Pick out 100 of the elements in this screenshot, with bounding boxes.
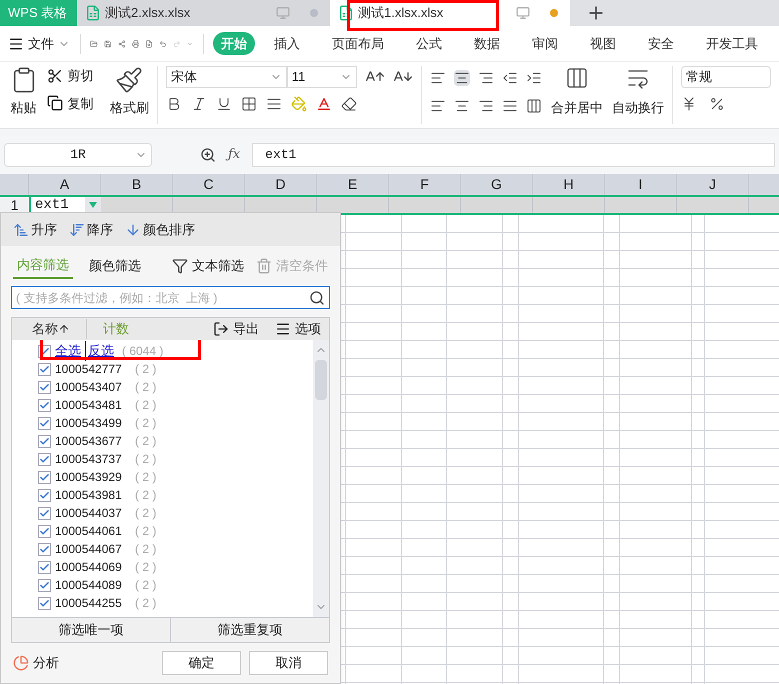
align-left-icon[interactable] [430,98,446,114]
trash-icon [256,258,272,274]
checkbox[interactable] [38,560,51,574]
menu-tab[interactable]: 插入 [266,32,308,56]
item-count: ( 2 ) [135,577,156,594]
item-value[interactable]: 1000544255 [55,594,119,612]
scrollbar[interactable] [313,340,329,617]
eraser-icon[interactable] [340,96,357,112]
justify-icon[interactable] [502,98,518,114]
menu-tab[interactable]: 数据 [466,32,508,56]
analyze-button[interactable]: 分析 [13,653,59,673]
sort-button[interactable]: 升序 [13,220,57,240]
border-icon[interactable] [240,96,257,112]
percent-icon[interactable] [709,96,726,112]
font-select[interactable]: 宋体 [166,66,287,88]
checkbox[interactable] [38,488,51,502]
formula-field[interactable]: ext1 [252,143,775,167]
menu-tab[interactable]: 安全 [640,32,682,56]
monitor-icon [516,6,530,20]
sort-button[interactable]: 颜色排序 [125,220,195,240]
item-value[interactable]: 1000543407 [55,378,119,396]
checkbox[interactable] [38,434,51,448]
merge-button[interactable]: 合并居中 [550,98,603,118]
sort-button[interactable]: 降序 [69,220,113,240]
quick-filter-button[interactable]: 筛选重复项 [170,618,329,642]
check-icon [39,364,50,374]
search-field[interactable]: ( 支持多条件过滤，例如：北京 上海 ) [11,286,330,309]
checkbox[interactable] [38,416,51,430]
row-header[interactable]: 1 [0,197,29,213]
merge-icon[interactable] [564,66,589,90]
outdent-icon[interactable] [502,70,518,86]
item-count: ( 2 ) [135,541,156,558]
select-all-link[interactable]: 全选 [55,341,81,361]
item-value[interactable]: 1000543737 [55,450,119,468]
checkbox[interactable] [38,452,51,466]
file-menu[interactable]: 文件 [8,34,70,54]
check-icon [39,472,50,482]
format-painter-button[interactable]: 格式刷 [110,98,149,118]
check-icon [39,400,50,410]
item-value[interactable]: 1000542777 [55,360,119,378]
number-format-select[interactable]: 常规 [681,66,772,88]
text-filter-button[interactable]: 文本筛选 [172,256,244,276]
filter-tab[interactable]: 颜色筛选 [85,253,145,279]
item-count: ( 2 ) [135,469,156,486]
tab-title: 测试2.xlsx.xlsx [105,4,190,22]
fill-color-icon[interactable] [290,96,307,112]
item-value[interactable]: 1000543499 [55,414,119,432]
item-value[interactable]: 1000543481 [55,396,119,414]
item-value[interactable]: 1000544061 [55,522,119,540]
format-painter-icon[interactable] [115,66,144,94]
pie-chart-icon [13,655,29,671]
checkbox[interactable] [38,596,51,610]
checkbox[interactable] [38,470,51,484]
checkbox[interactable] [38,578,51,592]
align-bottom-icon[interactable] [478,70,494,86]
ok-button[interactable]: 确定 [162,651,241,675]
spreadsheet-icon [338,5,354,21]
align-center-icon[interactable] [454,98,470,114]
item-value[interactable]: 1000544037 [55,504,119,522]
checkbox[interactable] [38,398,51,412]
column-heading[interactable]: 名称 [32,319,70,339]
export-button[interactable]: 导出 [213,319,259,339]
cancel-button[interactable]: 取消 [249,651,328,675]
indent-icon[interactable] [526,70,542,86]
document-tab[interactable]: 测试2.xlsx.xlsx [77,0,330,26]
checkbox[interactable] [38,362,51,376]
font-size-select[interactable]: 11 [286,66,357,88]
item-value[interactable]: 1000544089 [55,576,119,594]
item-value[interactable]: 1000543929 [55,468,119,486]
checkbox[interactable] [38,380,51,394]
menu-tab[interactable]: 开发工具 [698,32,766,56]
underline-icon[interactable] [216,96,232,112]
checkbox[interactable] [38,506,51,520]
scroll-thumb[interactable] [315,360,327,400]
menu-tab[interactable]: 视图 [582,32,624,56]
quick-filter-button[interactable]: 筛选唯一项 [12,618,170,642]
font-color-icon[interactable] [316,96,332,112]
menu-tab[interactable]: 审阅 [524,32,566,56]
zoom-icon[interactable] [200,147,216,163]
checkbox[interactable] [38,542,51,556]
item-value[interactable]: 1000544067 [55,540,119,558]
wrap-button[interactable]: 自动换行 [612,98,664,118]
checkbox[interactable] [38,524,51,538]
paste-button[interactable]: 粘贴 [10,98,37,118]
item-value[interactable]: 1000543981 [55,486,119,504]
align-middle-icon[interactable] [454,70,470,86]
menu-tab[interactable]: 页面布局 [324,32,392,56]
align-top-icon[interactable] [430,70,446,86]
options-button[interactable]: 选项 [275,319,321,339]
cut-button[interactable]: 剪切 [47,66,102,86]
name-box[interactable]: 1R [4,143,152,167]
copy-button[interactable]: 复制 [47,94,102,113]
fx-icon[interactable]: ƒx [228,145,240,165]
document-tab[interactable]: 测试1.xlsx.xlsx [330,0,570,26]
align-right-icon[interactable] [478,98,494,114]
item-value[interactable]: 1000543677 [55,432,119,450]
item-value[interactable]: 1000544069 [55,558,119,576]
sort-icon [13,222,29,238]
menu-tab[interactable]: 公式 [408,32,450,56]
invert-link[interactable]: 反选 [85,341,114,361]
